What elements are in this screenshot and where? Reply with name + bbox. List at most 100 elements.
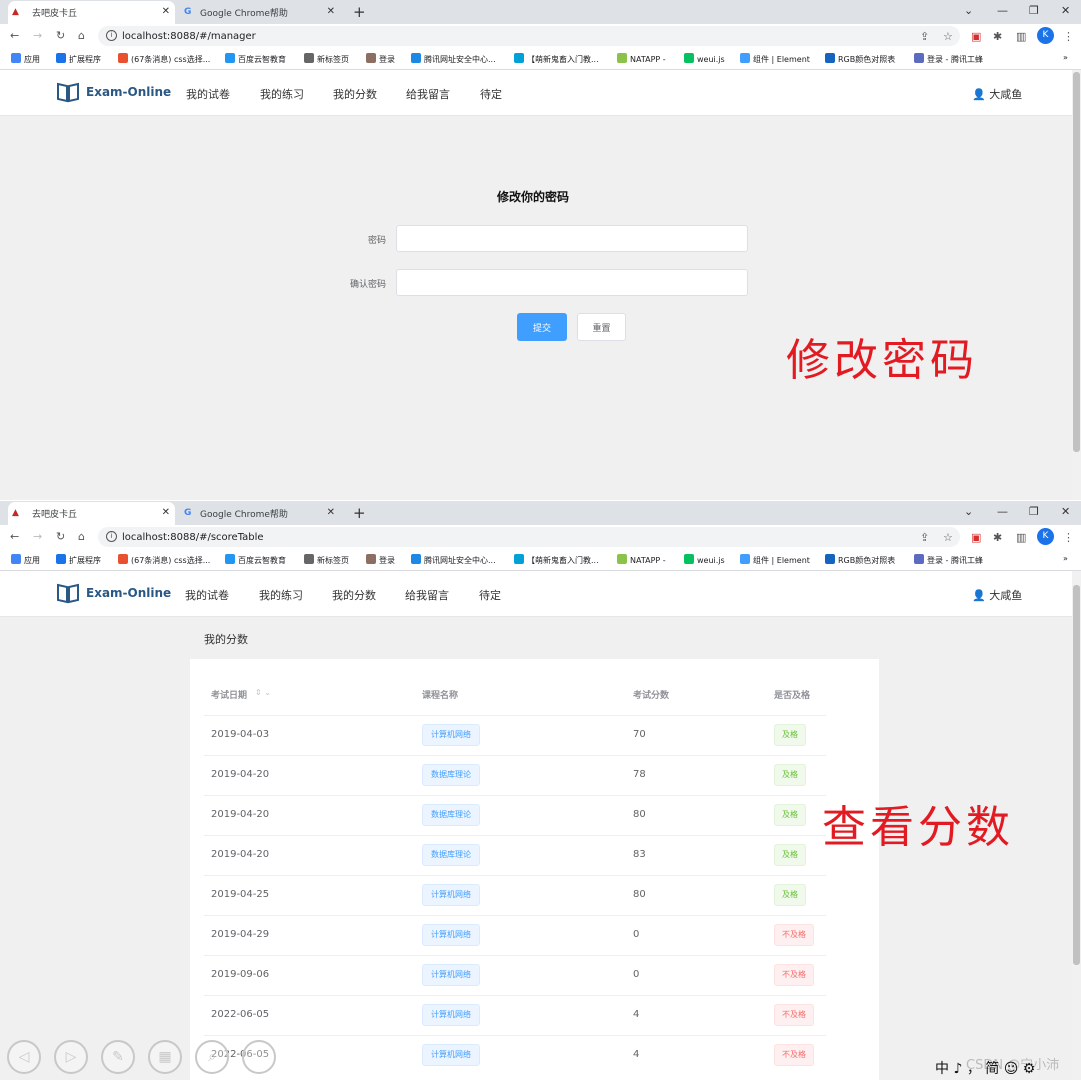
minimize-icon[interactable]: — — [997, 505, 1008, 518]
new-tab-icon[interactable]: + — [353, 3, 366, 21]
info-icon[interactable]: i — [106, 30, 117, 41]
nav-pending[interactable]: 待定 — [479, 587, 501, 603]
bookmark-item[interactable]: (67条消息) css选择... — [118, 53, 210, 65]
close-window-icon[interactable]: ✕ — [1061, 505, 1070, 518]
bookmark-item[interactable]: 扩展程序 — [56, 554, 101, 566]
extension-red-icon[interactable]: ▣ — [971, 531, 981, 544]
bookmark-item[interactable]: 组件 | Element — [740, 53, 810, 65]
side-panel-icon[interactable]: ▥ — [1016, 30, 1026, 43]
bookmark-item[interactable]: RGB颜色对照表 — [825, 53, 895, 65]
bookmark-item[interactable]: 登录 - 腾讯工蜂 — [914, 554, 983, 566]
ime-toolbar[interactable]: 中 ♪ ， 简 ☺ ⚙ — [935, 1058, 1035, 1078]
user-menu[interactable]: 👤 大咸鱼 — [972, 587, 1022, 603]
bookmark-item[interactable]: 腾讯网址安全中心... — [411, 554, 496, 566]
close-tab-icon[interactable]: ✕ — [162, 6, 170, 17]
next-icon[interactable]: ▷ — [54, 1040, 88, 1074]
layout-icon[interactable]: ▦ — [148, 1040, 182, 1074]
profile-avatar[interactable]: K — [1037, 528, 1054, 545]
bookmark-item[interactable]: RGB颜色对照表 — [825, 554, 895, 566]
chevron-down-icon[interactable]: ⌄ — [964, 4, 973, 17]
user-menu[interactable]: 👤 大咸鱼 — [972, 86, 1022, 102]
puzzle-icon[interactable]: ✱ — [993, 30, 1002, 43]
close-tab-icon[interactable]: ✕ — [327, 6, 335, 17]
close-tab-icon[interactable]: ✕ — [327, 507, 335, 518]
profile-avatar[interactable]: K — [1037, 27, 1054, 44]
forward-icon[interactable]: → — [33, 530, 42, 543]
share-icon[interactable]: ⇪ — [920, 30, 929, 43]
bookmark-item[interactable]: 登录 - 腾讯工蜂 — [914, 53, 983, 65]
bookmark-item[interactable]: 新标签页 — [304, 53, 349, 65]
circle-icon[interactable] — [242, 1040, 276, 1074]
minimize-icon[interactable]: — — [997, 4, 1008, 17]
extension-red-icon[interactable]: ▣ — [971, 30, 981, 43]
bookmark-item[interactable]: 组件 | Element — [740, 554, 810, 566]
back-icon[interactable]: ← — [10, 29, 19, 42]
star-icon[interactable]: ☆ — [943, 531, 953, 544]
bookmarks-more-icon[interactable]: » — [1063, 554, 1068, 563]
home-icon[interactable]: ⌂ — [78, 29, 85, 42]
nav-my-scores[interactable]: 我的分数 — [332, 587, 376, 603]
nav-leave-message[interactable]: 给我留言 — [406, 86, 450, 102]
bookmark-item[interactable]: 新标签页 — [304, 554, 349, 566]
page-scrollbar[interactable] — [1072, 571, 1081, 1080]
home-icon[interactable]: ⌂ — [78, 530, 85, 543]
tab-active[interactable]: ▲ 去吧皮卡丘 ✕ — [8, 502, 175, 525]
chevron-down-icon[interactable]: ⌄ — [964, 505, 973, 518]
scrollbar-thumb[interactable] — [1073, 585, 1080, 965]
bookmark-item[interactable]: 登录 — [366, 554, 395, 566]
new-tab-icon[interactable]: + — [353, 504, 366, 522]
password-input[interactable] — [396, 225, 748, 252]
brand-logo[interactable]: Exam-Online — [56, 81, 171, 103]
address-bar[interactable]: i localhost:8088/#/manager — [98, 26, 960, 46]
nav-my-papers[interactable]: 我的试卷 — [186, 86, 230, 102]
prev-icon[interactable]: ◁ — [7, 1040, 41, 1074]
submit-button[interactable]: 提交 — [517, 313, 567, 341]
info-icon[interactable]: i — [106, 531, 117, 542]
bookmark-item[interactable]: (67条消息) css选择... — [118, 554, 210, 566]
tab-chrome-help[interactable]: G Google Chrome帮助 ✕ — [180, 502, 340, 525]
column-header[interactable]: 考试日期 — [211, 688, 247, 701]
close-tab-icon[interactable]: ✕ — [162, 507, 170, 518]
star-icon[interactable]: ☆ — [943, 30, 953, 43]
bookmark-item[interactable]: 【萌新鬼畜入门教... — [514, 53, 599, 65]
back-icon[interactable]: ← — [10, 530, 19, 543]
reset-button[interactable]: 重置 — [577, 313, 626, 341]
forward-icon[interactable]: → — [33, 29, 42, 42]
menu-dots-icon[interactable]: ⋮ — [1063, 531, 1074, 544]
nav-leave-message[interactable]: 给我留言 — [405, 587, 449, 603]
bookmarks-more-icon[interactable]: » — [1063, 53, 1068, 62]
bookmark-item[interactable]: 腾讯网址安全中心... — [411, 53, 496, 65]
side-panel-icon[interactable]: ▥ — [1016, 531, 1026, 544]
nav-my-papers[interactable]: 我的试卷 — [185, 587, 229, 603]
address-bar[interactable]: i localhost:8088/#/scoreTable — [98, 527, 960, 547]
page-scrollbar[interactable] — [1072, 70, 1081, 500]
brand-logo[interactable]: Exam-Online — [56, 582, 171, 604]
puzzle-icon[interactable]: ✱ — [993, 531, 1002, 544]
menu-dots-icon[interactable]: ⋮ — [1063, 30, 1074, 43]
bookmark-item[interactable]: weui.js — [684, 554, 725, 565]
nav-my-practice[interactable]: 我的练习 — [260, 86, 304, 102]
bookmark-item[interactable]: 扩展程序 — [56, 53, 101, 65]
bookmark-item[interactable]: weui.js — [684, 53, 725, 64]
bookmark-item[interactable]: NATAPP - — [617, 554, 666, 565]
bookmark-item[interactable]: 百度云智教育 — [225, 53, 286, 65]
bookmark-item[interactable]: 应用 — [11, 554, 40, 566]
nav-my-scores[interactable]: 我的分数 — [333, 86, 377, 102]
share-icon[interactable]: ⇪ — [920, 531, 929, 544]
confirm-password-input[interactable] — [396, 269, 748, 296]
nav-my-practice[interactable]: 我的练习 — [259, 587, 303, 603]
nav-pending[interactable]: 待定 — [480, 86, 502, 102]
sort-caret-icon[interactable]: ⇕ ⌄ — [255, 688, 271, 697]
bookmark-item[interactable]: 登录 — [366, 53, 395, 65]
restore-icon[interactable]: ❐ — [1029, 4, 1039, 17]
bookmark-item[interactable]: 应用 — [11, 53, 40, 65]
tab-active[interactable]: ▲ 去吧皮卡丘 ✕ — [8, 1, 175, 24]
reload-icon[interactable]: ↻ — [56, 530, 65, 543]
bookmark-item[interactable]: 百度云智教育 — [225, 554, 286, 566]
close-window-icon[interactable]: ✕ — [1061, 4, 1070, 17]
tab-chrome-help[interactable]: G Google Chrome帮助 ✕ — [180, 1, 340, 24]
reload-icon[interactable]: ↻ — [56, 29, 65, 42]
restore-icon[interactable]: ❐ — [1029, 505, 1039, 518]
bookmark-item[interactable]: 【萌新鬼畜入门教... — [514, 554, 599, 566]
bookmark-item[interactable]: NATAPP - — [617, 53, 666, 64]
